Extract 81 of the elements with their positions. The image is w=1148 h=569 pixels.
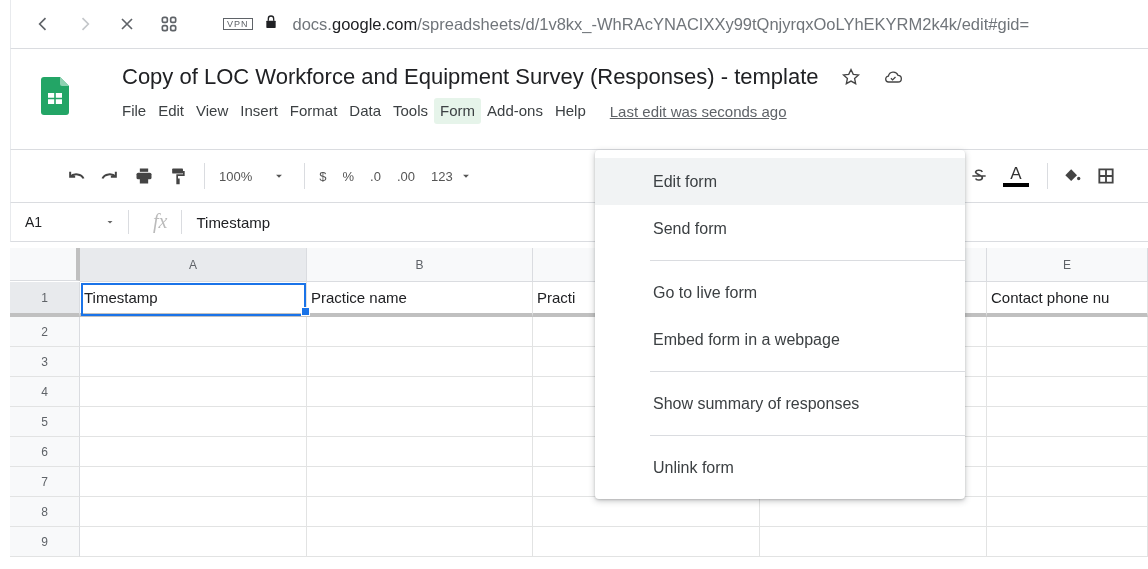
grid-icon [159,14,179,34]
menu-item[interactable]: Insert [234,98,284,124]
column-header[interactable]: B [307,248,533,282]
percent-button[interactable]: % [342,168,355,184]
column-header[interactable]: E [987,248,1148,282]
table-cell[interactable] [80,437,307,467]
table-cell[interactable] [307,317,533,347]
menu-item[interactable]: Form [434,98,482,124]
document-title[interactable]: Copy of LOC Workforce and Equipment Survey (Responses) - template [122,64,819,90]
menu-item[interactable]: View [190,98,235,124]
menu-option[interactable]: Edit form [595,158,965,205]
table-cell[interactable] [760,527,987,557]
table-cell[interactable] [80,377,307,407]
vpn-badge[interactable]: VPN [223,18,253,30]
table-cell[interactable] [533,527,760,557]
table-cell[interactable]: Timestamp [80,282,307,317]
table-cell[interactable] [307,467,533,497]
increase-decimals-button[interactable]: .00 [396,168,415,184]
table-cell[interactable] [987,437,1148,467]
table-cell[interactable] [80,527,307,557]
row-header[interactable]: 5 [10,407,80,437]
menu-item[interactable]: Data [343,98,387,124]
row-header[interactable]: 1 [10,282,80,317]
column-header[interactable]: A [80,248,307,282]
row-header[interactable]: 7 [10,467,80,497]
currency-button[interactable]: $ [319,168,327,184]
zoom-dropdown[interactable]: 100% [219,168,287,184]
table-cell[interactable] [987,407,1148,437]
row-header[interactable]: 6 [10,437,80,467]
formula-field[interactable]: Timestamp [182,213,271,231]
print-button[interactable] [134,166,154,186]
text-color-button[interactable]: A [1003,165,1029,187]
table-cell[interactable] [987,527,1148,557]
number-format-dropdown[interactable]: 123 [430,168,473,184]
table-cell[interactable] [80,497,307,527]
table-cell[interactable]: Practice name [307,282,533,317]
row-header[interactable]: 2 [10,317,80,347]
menu-item[interactable]: File [116,98,153,124]
printer-icon [134,166,154,186]
star-icon [840,67,861,87]
tabs-button[interactable] [159,14,179,34]
menu-item[interactable]: Format [283,98,344,124]
table-cell[interactable] [307,527,533,557]
address-field[interactable]: docs.google.com/spreadsheets/d/1v8kx_-WhRAcYNACIXXy99tQnjyrqxOoLYhEKYRM2k4k/edit#gid= [292,14,1030,34]
menu-option[interactable]: Send form [595,205,965,252]
table-cell[interactable] [987,347,1148,377]
table-cell[interactable] [80,317,307,347]
menu-item[interactable]: Edit [152,98,191,124]
table-cell[interactable] [987,497,1148,527]
menu-item[interactable]: Help [548,98,592,124]
table-cell[interactable] [80,467,307,497]
row-header[interactable]: 4 [10,377,80,407]
table-cell[interactable]: Contact phone nu [987,282,1148,317]
borders-icon [1096,166,1116,186]
row-header[interactable]: 9 [10,527,80,557]
menu-item[interactable]: Tools [387,98,435,124]
menu-option[interactable]: Show summary of responses [595,380,965,427]
table-cell[interactable] [307,377,533,407]
table-cell[interactable] [987,467,1148,497]
table-cell[interactable] [307,347,533,377]
menu-item[interactable]: Add-ons [481,98,549,124]
table-cell[interactable] [80,347,307,377]
menu-option[interactable]: Go to live form [595,269,965,316]
table-cell[interactable] [307,437,533,467]
select-all-corner[interactable] [10,248,80,281]
table-cell[interactable] [307,497,533,527]
decrease-decimals-button[interactable]: .0 [370,168,381,184]
table-cell[interactable] [80,407,307,437]
menu-option[interactable]: Unlink form [595,444,965,491]
row-header[interactable]: 8 [10,497,80,527]
table-cell[interactable] [987,377,1148,407]
table-cell[interactable] [987,317,1148,347]
last-edit-link[interactable]: Last edit was seconds ago [609,102,787,120]
row-header[interactable]: 3 [10,347,80,377]
borders-button[interactable] [1096,166,1116,186]
fill-handle[interactable] [301,307,310,316]
function-label: fx [129,210,183,234]
menu-option[interactable]: Embed form in a webpage [595,316,965,363]
sheets-logo-icon[interactable] [41,77,69,115]
table-cell[interactable] [307,407,533,437]
name-box[interactable]: A1 [11,210,129,234]
